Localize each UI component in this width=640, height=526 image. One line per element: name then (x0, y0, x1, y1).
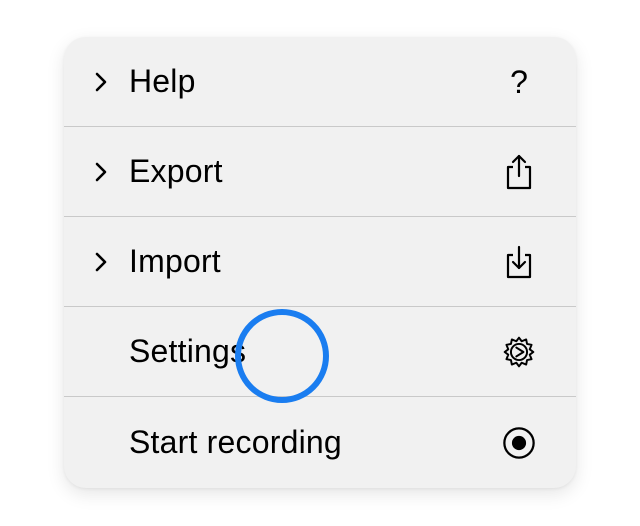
share-upload-icon (502, 154, 536, 189)
menu-item-label: Settings (129, 333, 247, 369)
menu-item-label: Export (129, 153, 223, 189)
menu-item-export[interactable]: Export (64, 127, 576, 217)
download-tray-icon (502, 245, 536, 279)
record-icon (502, 426, 536, 460)
menu-item-import[interactable]: Import (64, 217, 576, 307)
question-mark-icon: ? (510, 63, 528, 100)
menu-item-label: Start recording (129, 424, 342, 460)
menu-item-start-recording[interactable]: Start recording (64, 397, 576, 488)
menu-item-settings[interactable]: Settings (64, 307, 576, 397)
chevron-right-icon (94, 252, 108, 271)
menu-item-label: Import (129, 243, 221, 279)
chevron-right-icon (94, 162, 108, 181)
context-menu: Help ? Export Import Settings Start reco… (64, 37, 576, 488)
gear-icon (502, 335, 536, 369)
chevron-right-icon (94, 72, 108, 91)
menu-item-help[interactable]: Help ? (64, 37, 576, 127)
menu-item-label: Help (129, 63, 196, 99)
